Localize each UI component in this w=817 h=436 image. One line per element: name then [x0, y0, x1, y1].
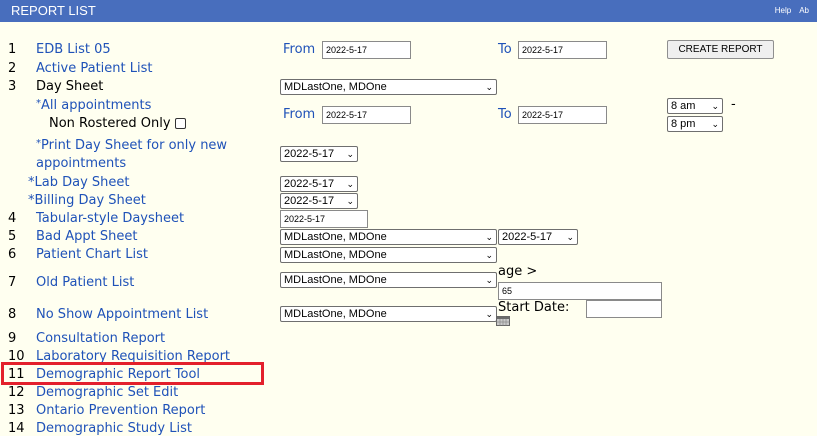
tabular-daysheet-date-input[interactable]: 2022-5-17 [280, 210, 368, 228]
create-report-button[interactable]: CREATE REPORT [667, 40, 774, 59]
day-sheet-provider-select[interactable]: MDLastOne, MDOne ⌄ [280, 79, 497, 95]
report-number-5: 5 [8, 229, 17, 244]
edb-to-label: To [498, 42, 512, 57]
report-link-edb-list[interactable]: EDB List 05 [36, 42, 111, 57]
chevron-down-icon: ⌄ [485, 309, 493, 319]
report-link-active-patient-list[interactable]: Active Patient List [36, 61, 152, 76]
highlight-box [1, 362, 264, 385]
lab-day-sheet-label: Lab Day Sheet [34, 175, 130, 190]
billing-day-sheet-label: Billing Day Sheet [34, 193, 146, 208]
old-patient-provider-value: MDLastOne, MDOne [284, 274, 387, 286]
chevron-down-icon: ⌄ [346, 196, 354, 206]
report-number-7: 7 [8, 275, 17, 290]
report-number-2: 2 [8, 61, 17, 76]
non-rostered-checkbox[interactable] [174, 118, 186, 129]
edb-to-input[interactable]: 2022-5-17 [518, 41, 607, 59]
print-day-sheet-label-line1: Print Day Sheet for only new [41, 138, 228, 153]
report-label-day-sheet: Day Sheet [36, 79, 104, 94]
time-end-value: 8 pm [671, 118, 696, 130]
report-link-ontario-prevention-report[interactable]: Ontario Prevention Report [36, 403, 205, 418]
age-label: age > [498, 264, 538, 279]
report-link-billing-day-sheet[interactable]: *Billing Day Sheet [28, 193, 146, 208]
time-start-select[interactable]: 8 am ⌄ [667, 98, 723, 114]
chevron-down-icon: ⌄ [346, 149, 354, 159]
chevron-down-icon: ⌄ [485, 232, 493, 242]
report-number-12: 12 [8, 385, 25, 400]
time-start-value: 8 am [671, 100, 696, 112]
report-number-9: 9 [8, 331, 17, 346]
appt-from-label: From [283, 107, 316, 122]
chevron-down-icon: ⌄ [566, 232, 574, 242]
report-link-lab-day-sheet[interactable]: *Lab Day Sheet [28, 175, 129, 190]
appt-from-input[interactable]: 2022-5-17 [322, 106, 411, 124]
billing-day-sheet-date-value: 2022-5-17 [284, 195, 335, 207]
billing-day-sheet-date-select[interactable]: 2022-5-17 ⌄ [280, 193, 358, 209]
chevron-down-icon: ⌄ [711, 119, 719, 129]
report-link-tabular-daysheet[interactable]: Tabular-style Daysheet [36, 211, 184, 226]
header-links: Help Ab [775, 6, 817, 15]
no-show-provider-select[interactable]: MDLastOne, MDOne ⌄ [280, 306, 497, 322]
patient-chart-provider-value: MDLastOne, MDOne [284, 249, 387, 261]
calendar-icon[interactable] [496, 316, 510, 326]
report-link-no-show-appointment-list[interactable]: No Show Appointment List [36, 307, 208, 322]
report-link-patient-chart-list[interactable]: Patient Chart List [36, 247, 148, 262]
lab-day-sheet-date-value: 2022-5-17 [284, 178, 335, 190]
patient-chart-provider-select[interactable]: MDLastOne, MDOne ⌄ [280, 247, 497, 263]
bad-appt-provider-select[interactable]: MDLastOne, MDOne ⌄ [280, 229, 497, 245]
start-date-label: Start Date: [498, 300, 570, 315]
appt-to-input[interactable]: 2022-5-17 [518, 106, 607, 124]
help-link[interactable]: Help [775, 6, 791, 15]
chevron-down-icon: ⌄ [485, 250, 493, 260]
header-bar: REPORT LIST Help Ab [0, 0, 817, 22]
report-number-8: 8 [8, 307, 17, 322]
chevron-down-icon: ⌄ [711, 101, 719, 111]
report-number-1: 1 [8, 42, 17, 57]
print-day-sheet-date-select[interactable]: 2022-5-17 ⌄ [280, 146, 358, 162]
day-sheet-provider-value: MDLastOne, MDOne [284, 81, 387, 93]
about-link[interactable]: Ab [799, 6, 809, 15]
appt-to-label: To [498, 107, 512, 122]
report-link-demographic-set-edit[interactable]: Demographic Set Edit [36, 385, 178, 400]
old-patient-provider-select[interactable]: MDLastOne, MDOne ⌄ [280, 272, 497, 288]
edb-from-label: From [283, 42, 316, 57]
bad-appt-date-select[interactable]: 2022-5-17 ⌄ [498, 229, 578, 245]
print-day-sheet-label-line2[interactable]: appointments [36, 156, 126, 171]
report-number-4: 4 [8, 211, 17, 226]
print-day-sheet-date-value: 2022-5-17 [284, 148, 335, 160]
age-input[interactable]: 65 [498, 282, 662, 300]
report-link-all-appointments[interactable]: *All appointments [36, 98, 151, 113]
report-link-old-patient-list[interactable]: Old Patient List [36, 275, 134, 290]
chevron-down-icon: ⌄ [485, 82, 493, 92]
chevron-down-icon: ⌄ [346, 179, 354, 189]
start-date-input[interactable] [586, 300, 662, 318]
non-rostered-text: Non Rostered Only [49, 116, 171, 131]
bad-appt-provider-value: MDLastOne, MDOne [284, 231, 387, 243]
report-link-demographic-study-list[interactable]: Demographic Study List [36, 421, 192, 436]
chevron-down-icon: ⌄ [485, 275, 493, 285]
edb-from-input[interactable]: 2022-5-17 [322, 41, 411, 59]
report-link-print-day-sheet[interactable]: *Print Day Sheet for only new [36, 138, 227, 153]
all-appointments-label: All appointments [41, 98, 152, 113]
non-rostered-label: Non Rostered Only [49, 116, 186, 131]
report-link-bad-appt-sheet[interactable]: Bad Appt Sheet [36, 229, 137, 244]
time-end-select[interactable]: 8 pm ⌄ [667, 116, 723, 132]
time-range-dash: - [731, 97, 736, 112]
report-number-6: 6 [8, 247, 17, 262]
report-link-consultation-report[interactable]: Consultation Report [36, 331, 165, 346]
page-title: REPORT LIST [11, 3, 96, 18]
report-number-14: 14 [8, 421, 25, 436]
report-number-13: 13 [8, 403, 25, 418]
lab-day-sheet-date-select[interactable]: 2022-5-17 ⌄ [280, 176, 358, 192]
bad-appt-date-value: 2022-5-17 [502, 231, 553, 243]
report-number-3: 3 [8, 79, 17, 94]
no-show-provider-value: MDLastOne, MDOne [284, 308, 387, 320]
